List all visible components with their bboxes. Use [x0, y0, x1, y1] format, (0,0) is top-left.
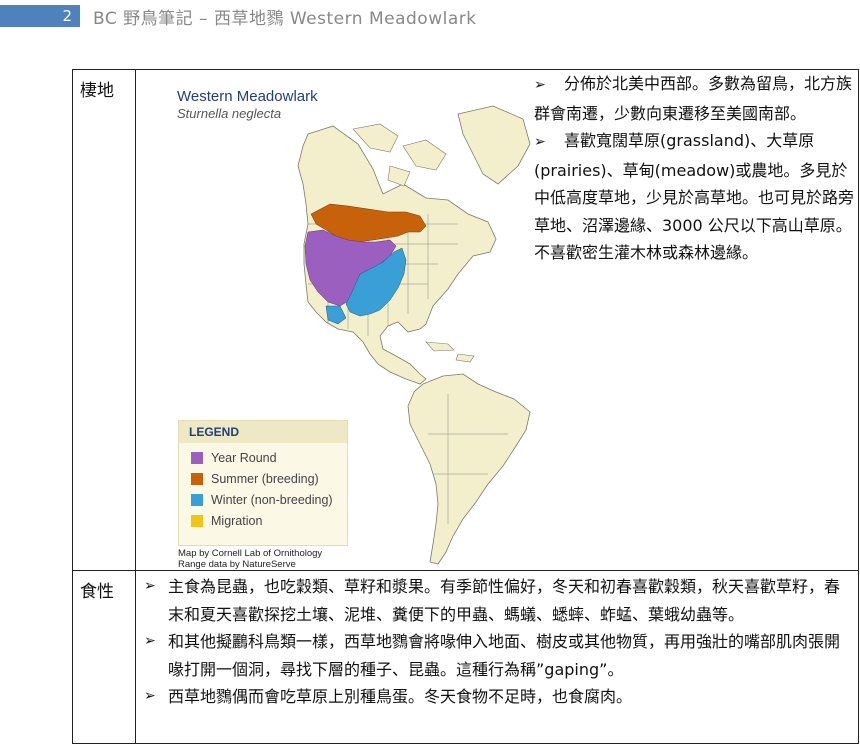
habitat-paragraph: ➢ 分佈於北美中西部。多數為留鳥，北方族群會南遷，少數向東遷移至美國南部。: [534, 74, 853, 123]
habitat-label: 棲地: [72, 69, 136, 571]
legend-header: LEGEND: [179, 421, 347, 443]
south-america-landmass: [407, 373, 531, 565]
legend-swatch: [191, 473, 203, 485]
habitat-content-cell: Western Meadowlark Sturnella neglecta LE…: [135, 69, 859, 571]
bullet-icon: ➢: [144, 578, 156, 594]
legend-swatch: [191, 452, 203, 464]
food-item: ➢ 西草地鷚偶而會吃草原上別種鳥蛋。冬天食物不足時，也食腐肉。: [144, 683, 854, 711]
range-map: Western Meadowlark Sturnella neglecta LE…: [158, 74, 553, 570]
page-number: 2: [0, 5, 80, 27]
legend-item-migration: Migration: [191, 514, 262, 528]
food-item: ➢ 和其他擬鸝科鳥類一樣，西草地鷚會將喙伸入地面、樹皮或其他物質，再用強壯的嘴部肌…: [144, 628, 854, 683]
map-legend: LEGEND Year Round Summer (breeding) Wint…: [178, 420, 348, 546]
food-content-cell: ➢ 主食為昆蟲，也吃穀類、草籽和漿果。有季節性偏好，冬天和初春喜歡穀類，秋天喜歡草…: [135, 570, 859, 744]
bullet-icon: ➢: [144, 688, 156, 704]
food-list: ➢ 主食為昆蟲，也吃穀類、草籽和漿果。有季節性偏好，冬天和初春喜歡穀類，秋天喜歡草…: [136, 571, 858, 711]
food-label: 食性: [72, 570, 136, 744]
legend-label: Winter (non-breeding): [211, 493, 333, 507]
map-scientific-name: Sturnella neglecta: [177, 106, 282, 121]
legend-label: Year Round: [211, 451, 277, 465]
legend-swatch: [191, 515, 203, 527]
food-item: ➢ 主食為昆蟲，也吃穀類、草籽和漿果。有季節性偏好，冬天和初春喜歡穀類，秋天喜歡草…: [144, 573, 854, 628]
habitat-row: 棲地 Western Meadowlark Sturnella neglecta…: [72, 69, 859, 571]
bird-info-table: 棲地 Western Meadowlark Sturnella neglecta…: [72, 69, 859, 744]
map-title: Western Meadowlark: [177, 88, 318, 105]
bullet-icon: ➢: [534, 134, 546, 150]
legend-item-winter: Winter (non-breeding): [191, 493, 333, 507]
bullet-icon: ➢: [534, 77, 546, 93]
legend-item-summer: Summer (breeding): [191, 472, 319, 486]
food-row: 食性 ➢ 主食為昆蟲，也吃穀類、草籽和漿果。有季節性偏好，冬天和初春喜歡穀類，秋天…: [72, 570, 859, 744]
caribbean-islands: [425, 341, 475, 363]
habitat-description: ➢ 分佈於北美中西部。多數為留鳥，北方族群會南遷，少數向東遷移至美國南部。 ➢ 喜歡…: [534, 70, 856, 267]
habitat-paragraph: ➢ 喜歡寬闊草原(grassland)、大草原(prairies)、草甸(mead…: [534, 131, 855, 262]
legend-label: Summer (breeding): [211, 472, 319, 486]
page-header: 2 BC 野鳥筆記 – 西草地鷚 Western Meadowlark: [0, 0, 860, 32]
map-credit-line1: Map by Cornell Lab of Ornithology: [178, 548, 323, 559]
legend-label: Migration: [211, 514, 263, 528]
legend-swatch: [191, 494, 203, 506]
legend-title: LEGEND: [189, 425, 240, 439]
legend-item-year-round: Year Round: [191, 451, 277, 465]
map-credit-line2: Range data by NatureServe: [178, 559, 296, 570]
greenland-landmass: [457, 105, 531, 185]
document-title: BC 野鳥筆記 – 西草地鷚 Western Meadowlark: [93, 9, 477, 29]
bullet-icon: ➢: [144, 633, 156, 649]
